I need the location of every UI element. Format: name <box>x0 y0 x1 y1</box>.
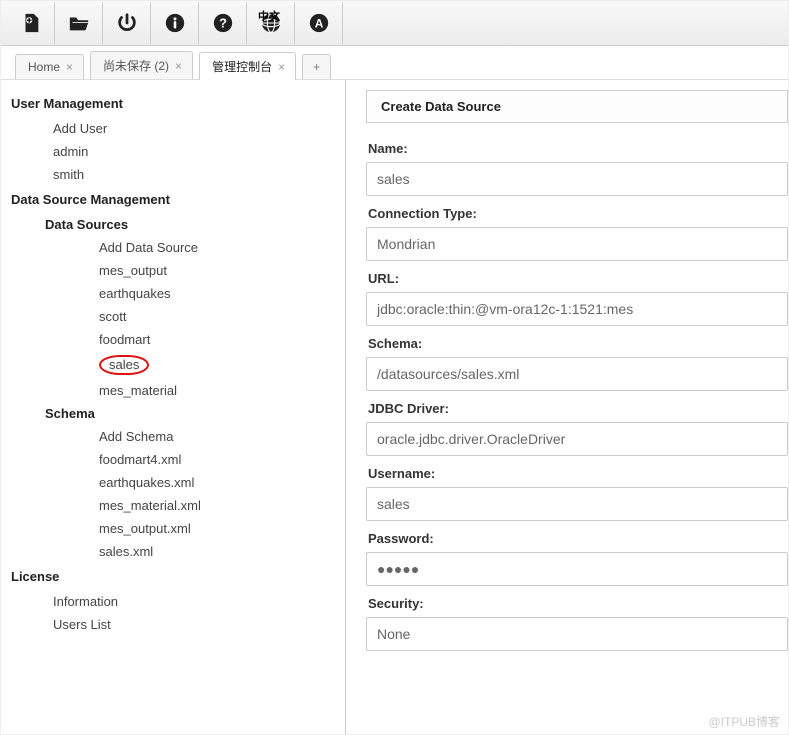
connection-type-field[interactable] <box>366 227 788 261</box>
content-panel: Create Data Source Name: Connection Type… <box>346 80 788 734</box>
name-field[interactable] <box>366 162 788 196</box>
sidebar-item-users-list[interactable]: Users List <box>7 613 345 636</box>
sidebar-item-earthquakes-xml[interactable]: earthquakes.xml <box>7 471 345 494</box>
close-icon[interactable]: × <box>175 60 182 72</box>
sidebar-item-mes-output-xml[interactable]: mes_output.xml <box>7 517 345 540</box>
tab-label: 管理控制台 <box>212 58 272 75</box>
open-file-button[interactable] <box>55 2 103 44</box>
svg-text:A: A <box>314 17 323 31</box>
sidebar-item-smith[interactable]: smith <box>7 163 345 186</box>
sidebar-item-mes-output[interactable]: mes_output <box>7 259 345 282</box>
sidebar-item-mes-material-xml[interactable]: mes_material.xml <box>7 494 345 517</box>
tabs-row: Home × 尚未保存 (2) × 管理控制台 × + <box>1 46 788 80</box>
label-security: Security: <box>366 586 788 617</box>
label-name: Name: <box>366 131 788 162</box>
label-username: Username: <box>366 456 788 487</box>
power-button[interactable] <box>103 2 151 44</box>
new-file-button[interactable] <box>7 2 55 44</box>
section-license: License <box>7 563 345 590</box>
tab-add[interactable]: + <box>302 54 331 79</box>
tab-unsaved[interactable]: 尚未保存 (2) × <box>90 51 193 79</box>
svg-text:?: ? <box>219 16 227 31</box>
security-field[interactable] <box>366 617 788 651</box>
section-ds-management: Data Source Management <box>7 186 345 213</box>
tab-label: Home <box>28 60 60 74</box>
tab-label: 尚未保存 (2) <box>103 57 169 74</box>
label-jdbc-driver: JDBC Driver: <box>366 391 788 422</box>
sidebar: User Management Add User admin smith Dat… <box>1 80 346 734</box>
sidebar-item-sales-xml[interactable]: sales.xml <box>7 540 345 563</box>
sidebar-item-admin[interactable]: admin <box>7 140 345 163</box>
panel-header: Create Data Source <box>366 90 788 123</box>
sidebar-item-add-user[interactable]: Add User <box>7 117 345 140</box>
jdbc-driver-field[interactable] <box>366 422 788 456</box>
watermark: @ITPUB博客 <box>708 713 780 730</box>
sidebar-item-mes-material[interactable]: mes_material <box>7 379 345 402</box>
language-button[interactable]: 中文 <box>247 2 295 44</box>
close-icon[interactable]: × <box>66 61 73 73</box>
username-field[interactable] <box>366 487 788 521</box>
sidebar-item-add-schema[interactable]: Add Schema <box>7 425 345 448</box>
close-icon[interactable]: × <box>278 61 285 73</box>
label-password: Password: <box>366 521 788 552</box>
sidebar-item-scott[interactable]: scott <box>7 305 345 328</box>
password-field[interactable] <box>366 552 788 586</box>
tab-admin-console[interactable]: 管理控制台 × <box>199 52 296 80</box>
help-button[interactable]: ? <box>199 2 247 44</box>
sidebar-item-foodmart4-xml[interactable]: foodmart4.xml <box>7 448 345 471</box>
schema-field[interactable] <box>366 357 788 391</box>
subsection-schema: Schema <box>7 402 345 425</box>
sidebar-item-sales[interactable]: sales <box>7 351 345 379</box>
label-connection-type: Connection Type: <box>366 196 788 227</box>
account-button[interactable]: A <box>295 2 343 44</box>
section-user-management: User Management <box>7 90 345 117</box>
tab-home[interactable]: Home × <box>15 54 84 79</box>
label-schema: Schema: <box>366 326 788 357</box>
url-field[interactable] <box>366 292 788 326</box>
sidebar-item-information[interactable]: Information <box>7 590 345 613</box>
sidebar-item-foodmart[interactable]: foodmart <box>7 328 345 351</box>
subsection-data-sources: Data Sources <box>7 213 345 236</box>
toolbar: ? 中文 A <box>1 1 788 46</box>
sidebar-item-earthquakes[interactable]: earthquakes <box>7 282 345 305</box>
label-url: URL: <box>366 261 788 292</box>
sidebar-item-add-data-source[interactable]: Add Data Source <box>7 236 345 259</box>
info-button[interactable] <box>151 2 199 44</box>
